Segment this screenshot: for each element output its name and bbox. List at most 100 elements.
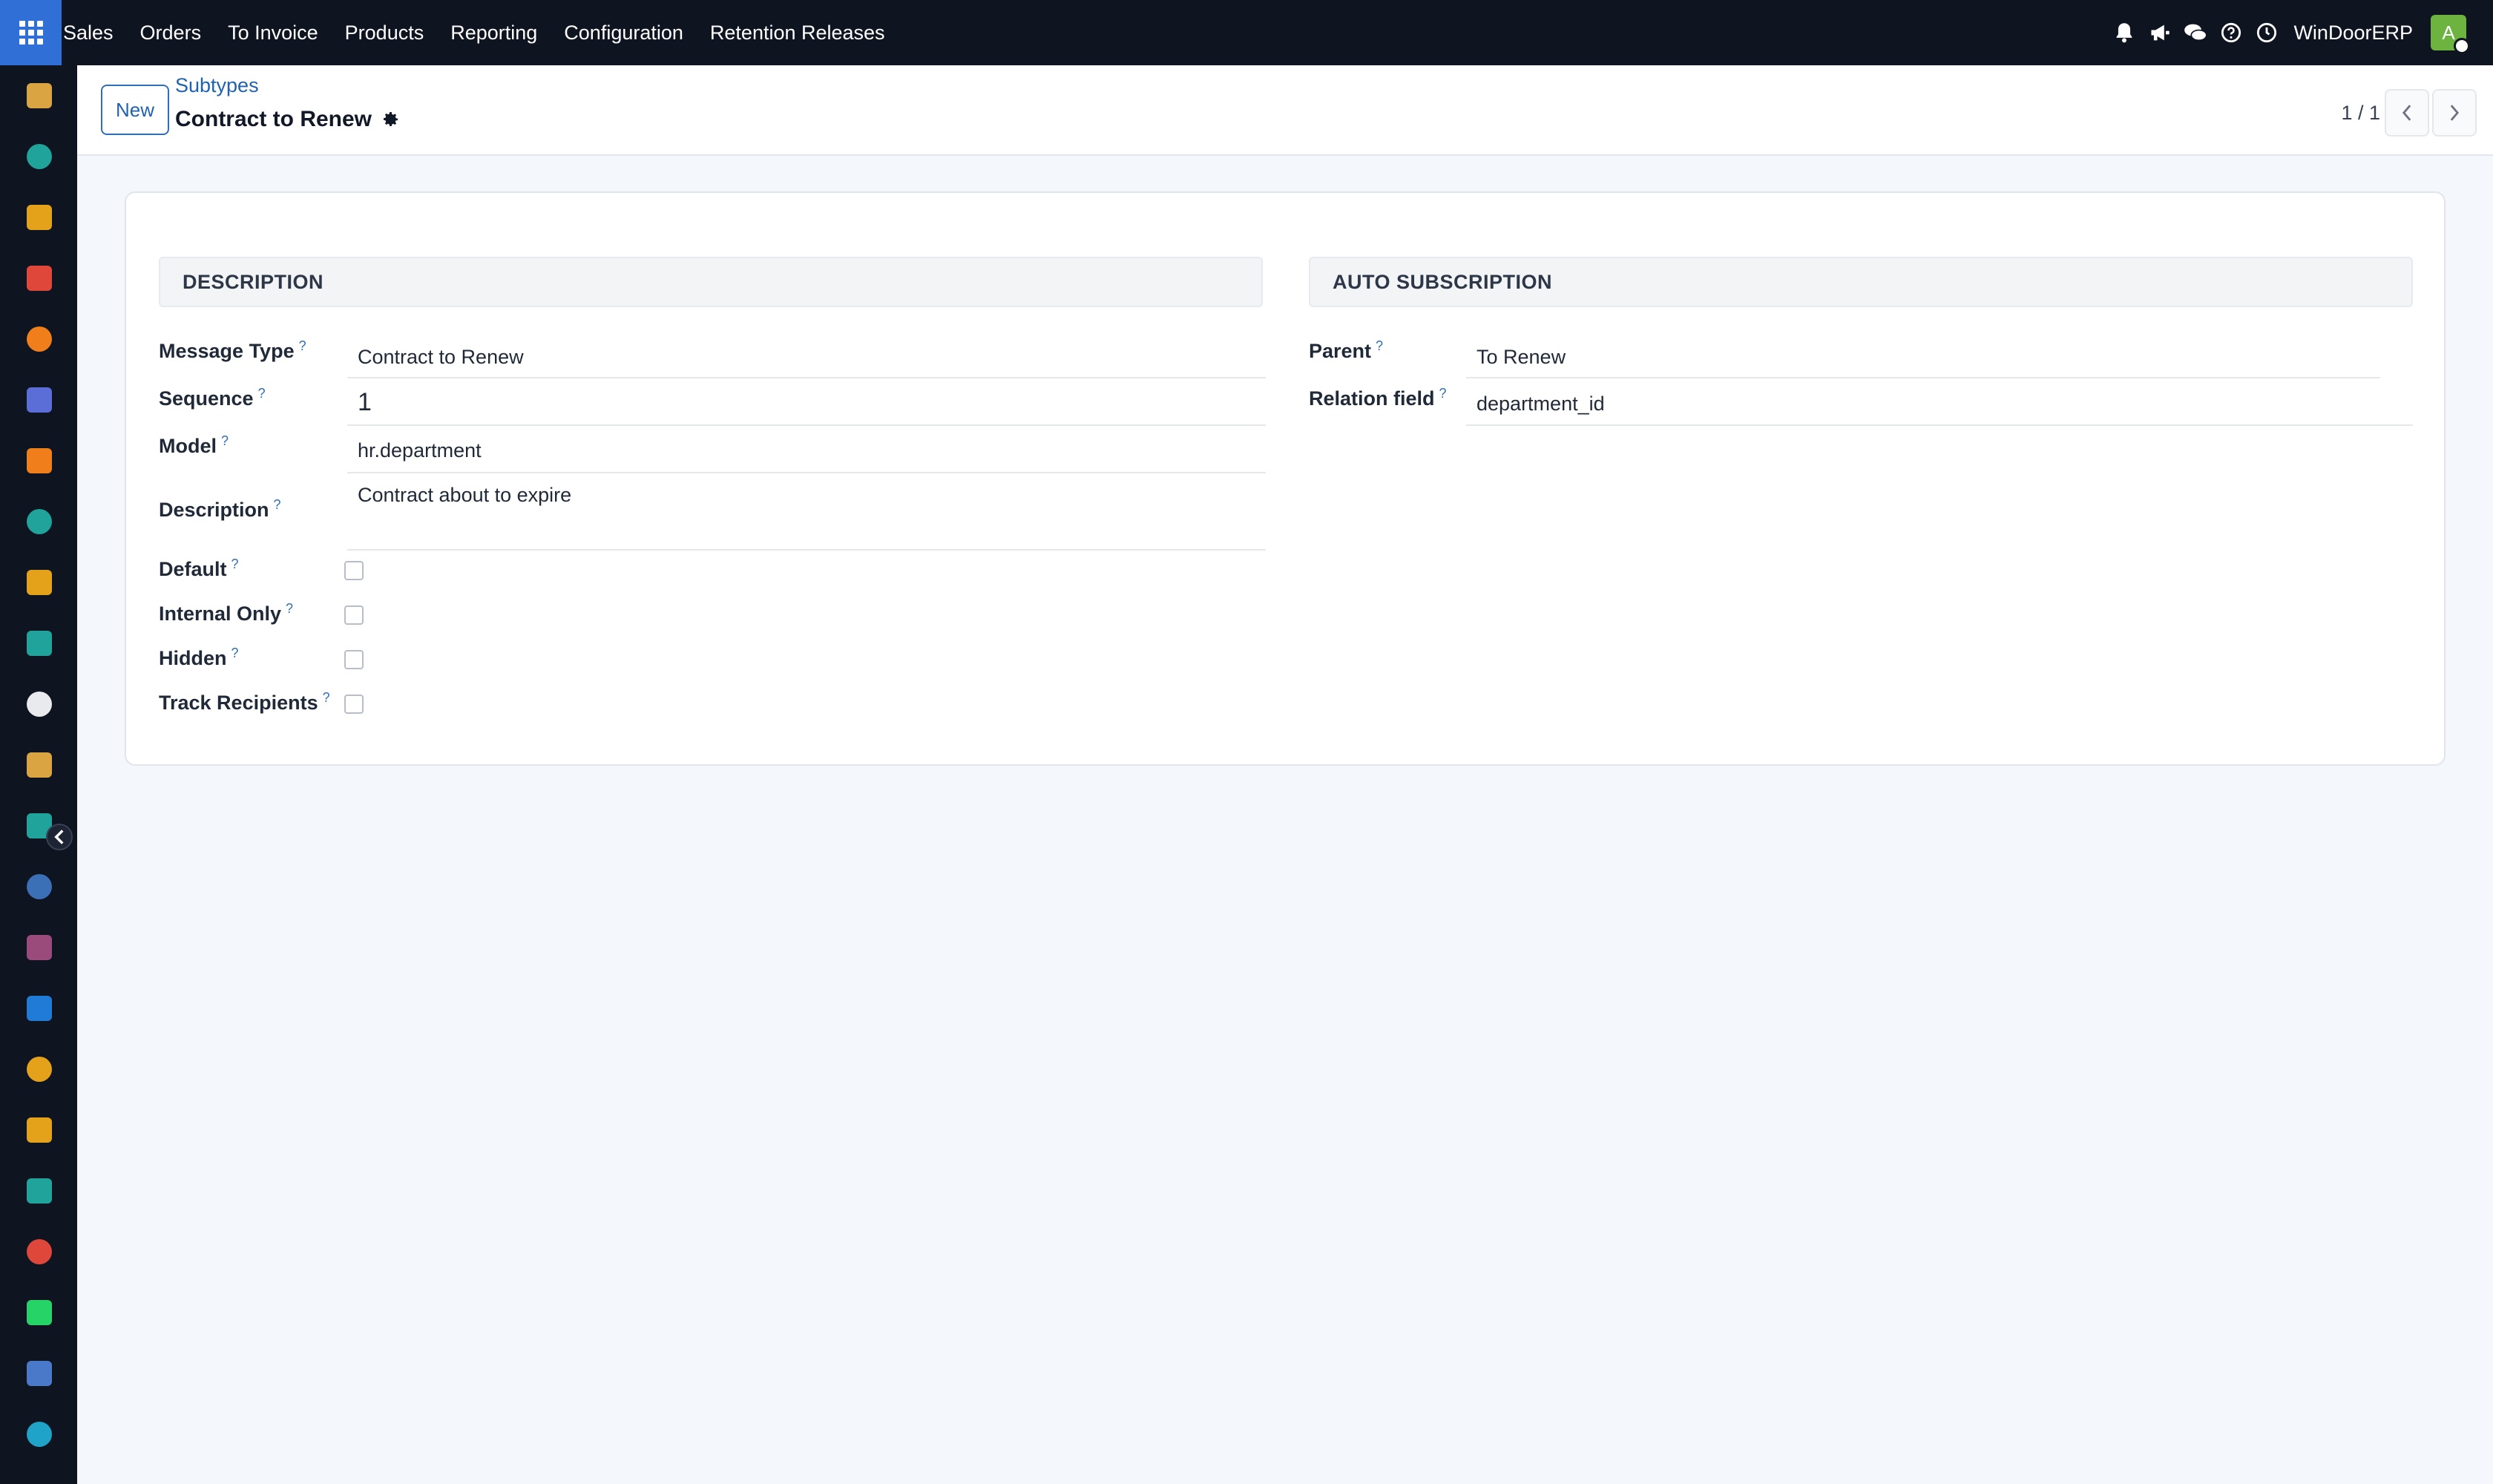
sequence-field[interactable]: 1: [347, 380, 1266, 426]
inventory-app-icon[interactable]: [27, 509, 52, 534]
pager-previous-button[interactable]: [2385, 89, 2429, 137]
help-marker[interactable]: ?: [231, 646, 239, 660]
message-type-label-text: Message Type: [159, 340, 295, 362]
dashboard-app-icon[interactable]: [27, 1239, 52, 1264]
relation-field-input[interactable]: department_id: [1466, 383, 2413, 426]
parent-label-text: Parent: [1309, 340, 1372, 362]
chevron-right-icon: [2450, 105, 2460, 121]
app-sidebar: [0, 65, 77, 1484]
internal-only-checkbox[interactable]: [344, 605, 364, 625]
invoicing-app-icon[interactable]: [27, 996, 52, 1021]
new-button[interactable]: New: [101, 85, 169, 135]
menu-to-invoice[interactable]: To Invoice: [214, 0, 332, 65]
timer-app-icon[interactable]: [27, 1361, 52, 1386]
help-marker[interactable]: ?: [258, 386, 266, 401]
avatar[interactable]: A: [2431, 15, 2470, 54]
livechat-app-icon[interactable]: [27, 448, 52, 473]
description-label-text: Description: [159, 499, 269, 521]
sequence-label-text: Sequence: [159, 387, 254, 410]
gear-icon[interactable]: [382, 111, 400, 128]
help-marker[interactable]: ?: [231, 556, 239, 571]
parent-field[interactable]: To Renew: [1466, 340, 2380, 378]
chat-bubble-app-icon[interactable]: [27, 326, 52, 352]
description-group-header: DESCRIPTION: [159, 257, 1263, 307]
wave-app-icon[interactable]: [27, 1422, 52, 1447]
megaphone-icon[interactable]: [2142, 0, 2178, 65]
chat-icon[interactable]: [2178, 0, 2213, 65]
control-panel: New Subtypes Contract to Renew 1 / 1: [77, 65, 2493, 156]
app-menu-button[interactable]: [0, 0, 62, 65]
bell-icon[interactable]: [2106, 0, 2142, 65]
track-recipients-checkbox[interactable]: [344, 695, 364, 714]
company-name[interactable]: WinDoorERP: [2293, 22, 2413, 45]
sign-app-icon[interactable]: [27, 1178, 52, 1204]
calendar-app-icon[interactable]: [27, 1117, 52, 1143]
help-marker[interactable]: ?: [286, 601, 293, 616]
form-sheet: DESCRIPTION Message Type? Contract to Re…: [125, 191, 2446, 766]
package-app-icon[interactable]: [27, 935, 52, 960]
message-type-field[interactable]: Contract to Renew: [347, 340, 1266, 378]
sequence-label: Sequence?: [159, 386, 266, 410]
menu-reporting[interactable]: Reporting: [437, 0, 551, 65]
description-label: Description?: [159, 497, 281, 522]
employees-app-icon[interactable]: [27, 631, 52, 656]
cube-app-icon[interactable]: [27, 692, 52, 717]
hidden-label: Hidden?: [159, 646, 239, 670]
record-title-text: Contract to Renew: [175, 107, 372, 131]
default-label: Default?: [159, 556, 239, 581]
help-marker[interactable]: ?: [274, 497, 281, 512]
track-recipients-label-text: Track Recipients: [159, 692, 318, 714]
parent-label: Parent?: [1309, 338, 1383, 363]
internal-only-label-text: Internal Only: [159, 603, 282, 625]
relation-field-label-text: Relation field: [1309, 387, 1435, 410]
help-marker[interactable]: ?: [299, 338, 306, 353]
pager-next-button[interactable]: [2432, 89, 2477, 137]
help-marker[interactable]: ?: [1439, 386, 1447, 401]
menu-retention-releases[interactable]: Retention Releases: [697, 0, 899, 65]
menu-products[interactable]: Products: [332, 0, 438, 65]
record-title: Contract to Renew: [175, 107, 400, 132]
model-label-text: Model: [159, 435, 217, 457]
help-marker[interactable]: ?: [221, 433, 229, 448]
menu-configuration[interactable]: Configuration: [551, 0, 697, 65]
hidden-checkbox[interactable]: [344, 650, 364, 669]
presence-dot: [2454, 38, 2470, 54]
relation-field-label: Relation field?: [1309, 386, 1447, 410]
default-checkbox[interactable]: [344, 561, 364, 580]
chevron-left-icon: [2402, 105, 2411, 121]
settings-app-icon[interactable]: [27, 752, 52, 778]
whatsapp-app-icon[interactable]: [27, 1300, 52, 1325]
default-label-text: Default: [159, 558, 227, 580]
contacts-app-icon[interactable]: [27, 144, 52, 169]
track-recipients-label: Track Recipients?: [159, 690, 330, 715]
help-marker[interactable]: ?: [1376, 338, 1383, 353]
auto-subscription-group-header: AUTO SUBSCRIPTION: [1309, 257, 2413, 307]
clock-icon[interactable]: [2249, 0, 2285, 65]
reporting-app-icon[interactable]: [27, 205, 52, 230]
menu-sales[interactable]: Sales: [62, 0, 127, 65]
breadcrumb-subtypes[interactable]: Subtypes: [175, 74, 259, 97]
main-menu: Sales Orders To Invoice Products Reporti…: [62, 0, 899, 65]
systray: WinDoorERP A: [2106, 0, 2493, 65]
help-marker[interactable]: ?: [323, 690, 330, 705]
team-app-icon[interactable]: [27, 1057, 52, 1082]
mail-app-icon[interactable]: [27, 387, 52, 413]
model-field[interactable]: hr.department: [347, 432, 1266, 473]
pie-app-icon[interactable]: [27, 266, 52, 291]
collapse-sidebar-button[interactable]: [46, 824, 73, 850]
avatar-letter: A: [2442, 21, 2455, 44]
hidden-label-text: Hidden: [159, 647, 227, 669]
menu-orders[interactable]: Orders: [127, 0, 215, 65]
grid-icon: [19, 21, 43, 45]
internal-only-label: Internal Only?: [159, 601, 293, 626]
model-label: Model?: [159, 433, 229, 458]
top-navbar: Sales Orders To Invoice Products Reporti…: [0, 0, 2493, 65]
knowledge-app-icon[interactable]: [27, 874, 52, 899]
help-icon[interactable]: [2213, 0, 2249, 65]
message-type-label: Message Type?: [159, 338, 306, 363]
discuss-app-icon[interactable]: [27, 83, 52, 108]
description-textarea[interactable]: Contract about to expire: [347, 478, 1266, 551]
pager-value[interactable]: 1 / 1: [2341, 65, 2380, 160]
chevron-left-icon: [54, 830, 64, 844]
reporting2-app-icon[interactable]: [27, 570, 52, 595]
